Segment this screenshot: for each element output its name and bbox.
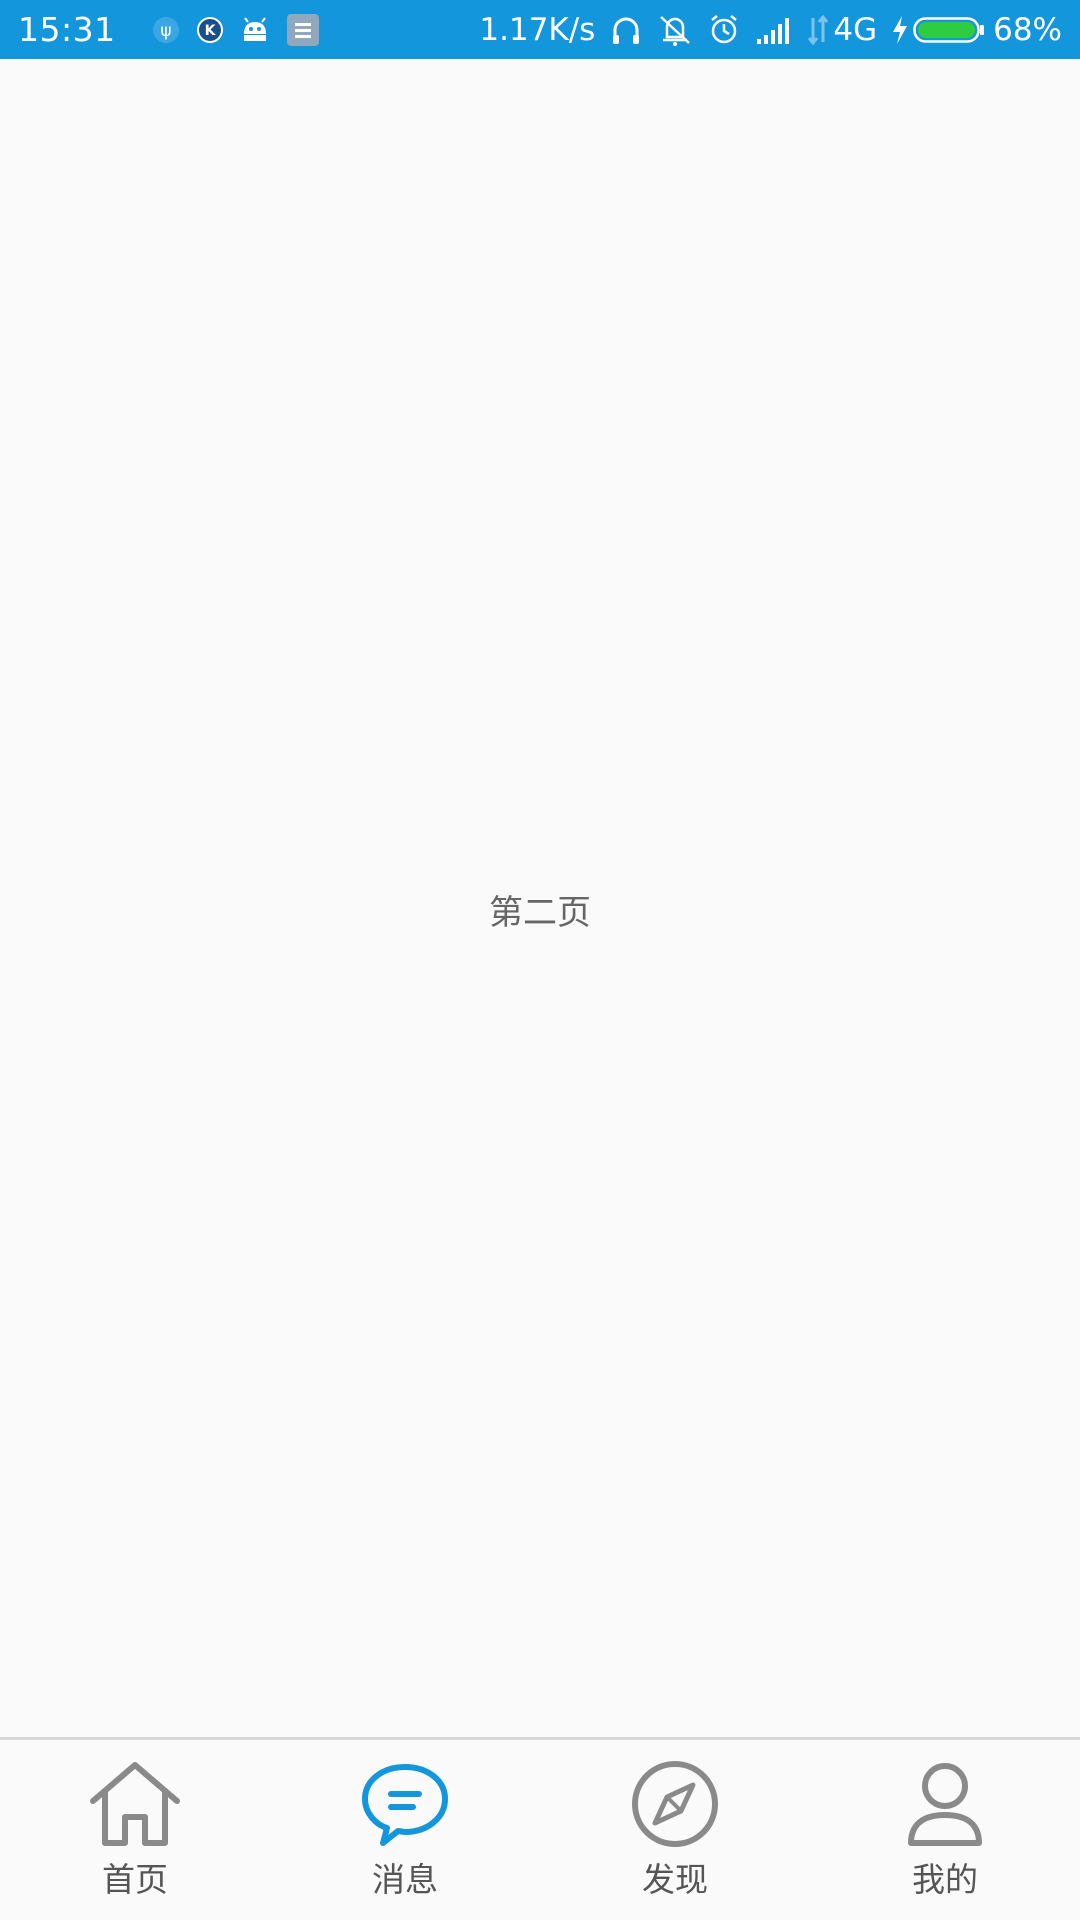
tab-label-messages: 消息 xyxy=(372,1860,438,1899)
bottom-tab-bar: 首页 消息 发现 我的 xyxy=(0,1737,1080,1920)
data-arrows-icon xyxy=(807,14,829,46)
profile-icon xyxy=(895,1759,995,1849)
tab-messages[interactable]: 消息 xyxy=(270,1740,540,1920)
alarm-icon xyxy=(707,13,741,47)
svg-text:K: K xyxy=(204,23,216,39)
charging-icon xyxy=(891,15,909,45)
tab-profile[interactable]: 我的 xyxy=(810,1740,1080,1920)
k-app-icon: K xyxy=(196,16,224,44)
page-label: 第二页 xyxy=(489,893,591,933)
tab-discover[interactable]: 发现 xyxy=(540,1740,810,1920)
svg-text:ψ: ψ xyxy=(160,21,171,41)
tab-label-discover: 发现 xyxy=(642,1860,708,1899)
tab-label-profile: 我的 xyxy=(912,1860,978,1899)
compass-icon xyxy=(625,1759,725,1849)
status-bar: 15:31 ψ K 1.17K/s 4G 68% xyxy=(0,0,1080,59)
battery-icon xyxy=(913,15,985,45)
network-type: 4G xyxy=(833,11,878,48)
notification-app-icon xyxy=(286,13,320,47)
battery-percent: 68% xyxy=(993,11,1062,48)
main-content: 第二页 xyxy=(0,59,1080,1738)
vibrate-off-icon xyxy=(657,13,693,47)
home-icon xyxy=(85,1759,185,1849)
headphones-icon xyxy=(609,13,643,47)
signal-icon xyxy=(755,15,793,45)
tab-label-home: 首页 xyxy=(102,1860,168,1899)
status-time: 15:31 xyxy=(18,10,116,49)
android-icon xyxy=(240,16,270,44)
tab-home[interactable]: 首页 xyxy=(0,1740,270,1920)
net-speed: 1.17K/s xyxy=(479,11,596,48)
usb-icon: ψ xyxy=(152,16,180,44)
status-right: 1.17K/s 4G 68% xyxy=(479,12,1062,48)
status-left-icons: ψ K xyxy=(136,13,320,47)
message-icon xyxy=(355,1759,455,1849)
